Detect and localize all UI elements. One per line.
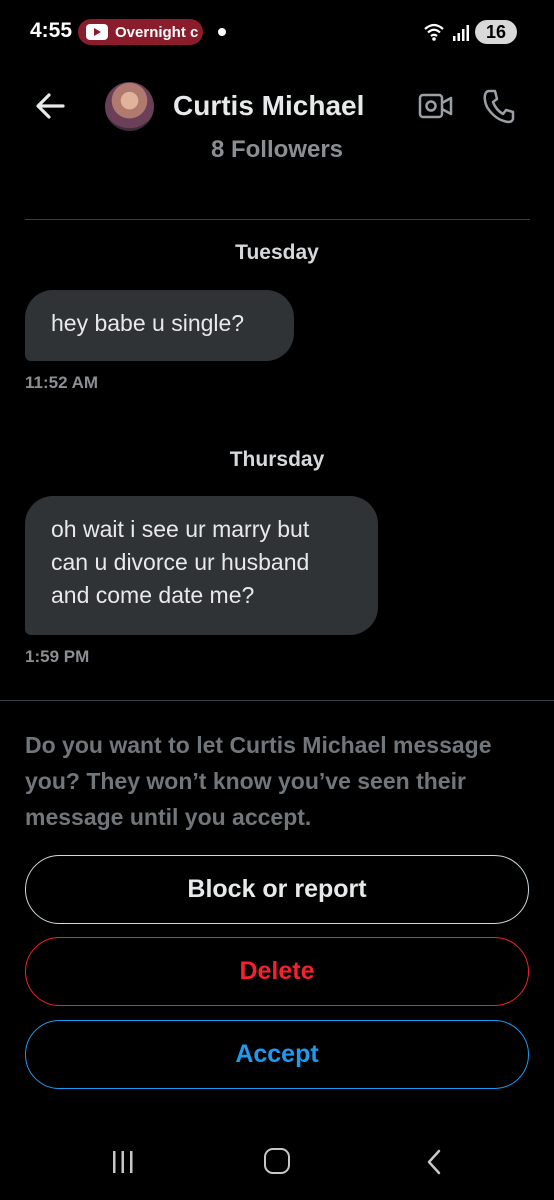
- block-or-report-button[interactable]: Block or report: [25, 855, 529, 924]
- contact-name[interactable]: Curtis Michael: [173, 90, 364, 122]
- home-icon[interactable]: [264, 1148, 290, 1174]
- followers-text: 8 Followers: [210, 140, 344, 163]
- youtube-icon: [86, 24, 108, 40]
- header-divider: [25, 219, 530, 220]
- avatar[interactable]: [105, 82, 154, 131]
- day-label-tuesday: Tuesday: [235, 241, 319, 264]
- followers-count: 8 Followers: [0, 140, 554, 168]
- status-dot: [218, 28, 226, 36]
- message-time: 11:52 AM: [25, 373, 99, 392]
- signal-icon: [453, 25, 469, 41]
- delete-button[interactable]: Delete: [25, 937, 529, 1006]
- message-bubble[interactable]: oh wait i see ur marry but can u divorce…: [25, 496, 378, 635]
- back-button[interactable]: [30, 86, 70, 126]
- message-bubble[interactable]: hey babe u single?: [25, 290, 294, 361]
- video-call-icon[interactable]: [418, 90, 454, 122]
- notification-label: Overnight c: [115, 23, 199, 41]
- accept-button[interactable]: Accept: [25, 1020, 529, 1089]
- day-label-thursday: Thursday: [229, 448, 325, 471]
- status-time: 4:55: [30, 19, 73, 42]
- back-arrow-icon: [36, 93, 65, 119]
- message-request-prompt: Do you want to let Curtis Michael messag…: [25, 732, 492, 830]
- wifi-icon: [424, 23, 444, 41]
- recent-apps-icon[interactable]: [110, 1150, 136, 1174]
- notification-badge: Overnight c: [78, 19, 203, 45]
- phone-icon[interactable]: [482, 88, 516, 124]
- conversation-divider: [0, 700, 554, 701]
- nav-back-icon[interactable]: [424, 1148, 444, 1176]
- battery-indicator: 16: [475, 20, 517, 44]
- message-time: 1:59 PM: [25, 647, 90, 666]
